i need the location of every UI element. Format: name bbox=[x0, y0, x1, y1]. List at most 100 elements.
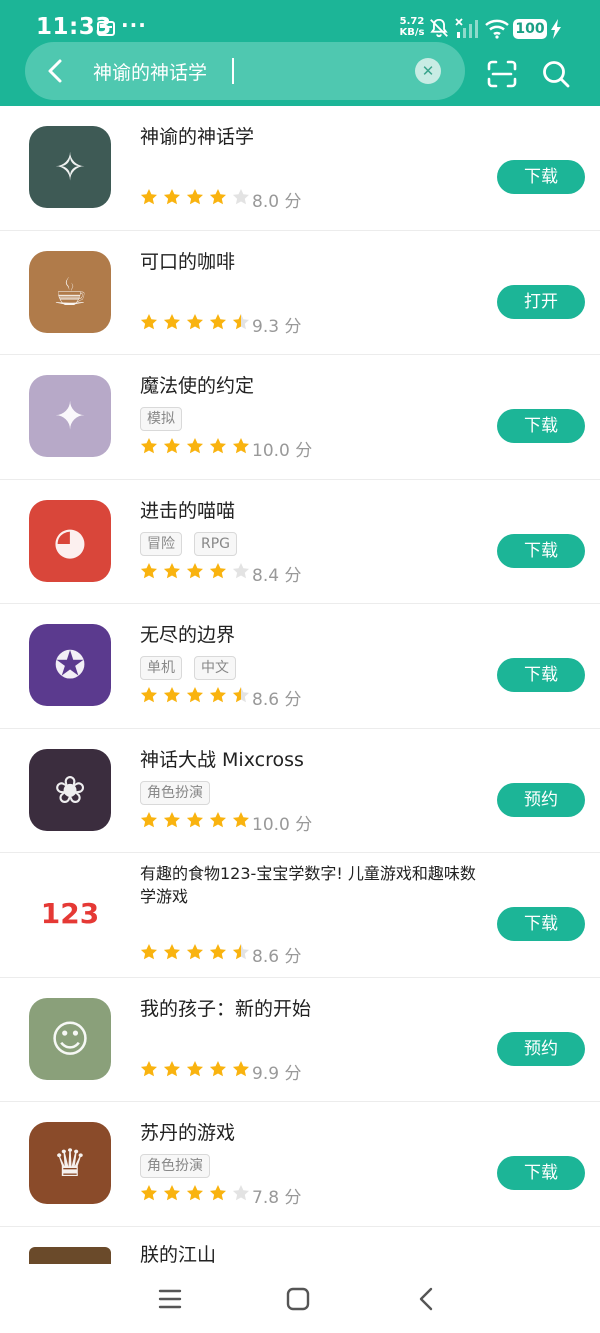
app-tags: 冒险 RPG bbox=[140, 531, 249, 556]
app-tag: 单机 bbox=[140, 656, 182, 680]
star-icon bbox=[186, 1060, 203, 1076]
star-icon bbox=[209, 1060, 226, 1076]
network-speed-unit: KB/s bbox=[399, 27, 425, 38]
app-icon[interactable]: ◕ bbox=[29, 499, 111, 582]
app-list-item[interactable]: ♛ 苏丹的游戏角色扮演 7.8 分 下载 bbox=[0, 1102, 600, 1227]
app-action-button[interactable]: 打开 bbox=[497, 284, 585, 319]
app-list-item[interactable]: ◕ 进击的喵喵冒险 RPG 8.4 分 下载 bbox=[0, 480, 600, 604]
star-icon bbox=[163, 1060, 180, 1076]
star-icon bbox=[163, 811, 180, 827]
app-icon[interactable]: ♛ bbox=[29, 1122, 111, 1204]
search-icon[interactable] bbox=[541, 59, 571, 89]
app-tags: 模拟 bbox=[140, 407, 194, 431]
app-tag: 中文 bbox=[194, 656, 236, 680]
status-bar: 11:33 ··· 5.72 KB/s 100 bbox=[0, 0, 600, 44]
home-icon[interactable] bbox=[286, 1287, 310, 1311]
star-icon bbox=[140, 1060, 157, 1076]
wifi-icon bbox=[485, 19, 509, 39]
star-icon bbox=[163, 438, 180, 454]
bell-muted-icon bbox=[430, 18, 448, 38]
app-score: 9.9 分 bbox=[252, 1063, 302, 1084]
scan-icon[interactable] bbox=[487, 60, 517, 88]
app-list-item[interactable]: ✧ 神谕的神话学 8.0 分 下载 bbox=[0, 106, 600, 231]
app-action-button[interactable]: 下载 bbox=[497, 409, 585, 443]
app-title[interactable]: 有趣的食物123-宝宝学数字! 儿童游戏和趣味数学游戏 bbox=[140, 862, 480, 908]
app-score: 8.0 分 bbox=[252, 192, 302, 212]
star-icon bbox=[209, 562, 226, 578]
star-icon bbox=[209, 944, 226, 960]
app-title[interactable]: 魔法使的约定 bbox=[140, 374, 480, 398]
star-icon bbox=[163, 189, 180, 205]
app-title[interactable]: 无尽的边界 bbox=[140, 623, 480, 647]
back-icon[interactable] bbox=[416, 1286, 436, 1312]
app-icon[interactable]: ✪ bbox=[29, 624, 111, 706]
star-icon bbox=[209, 189, 226, 205]
app-title[interactable]: 神谕的神话学 bbox=[140, 125, 480, 149]
app-score: 8.4 分 bbox=[252, 565, 302, 586]
star-icon bbox=[232, 562, 249, 578]
app-icon-art: 123 bbox=[40, 897, 100, 930]
app-tags: 角色扮演 bbox=[140, 1154, 222, 1178]
app-title[interactable]: 苏丹的游戏 bbox=[140, 1121, 480, 1145]
app-header: 11:33 ··· 5.72 KB/s 100 神谕的神话学 ✕ bbox=[0, 0, 600, 106]
star-icon bbox=[140, 562, 157, 578]
app-icon[interactable]: ☺ bbox=[29, 997, 111, 1080]
star-icon bbox=[186, 313, 203, 329]
app-action-button[interactable]: 预约 bbox=[497, 1031, 585, 1066]
app-list-item[interactable]: ❀ 神话大战 Mixcross 角色扮演 10.0 分 预约 bbox=[0, 729, 600, 853]
search-input[interactable] bbox=[93, 54, 403, 88]
app-action-button[interactable]: 下载 bbox=[497, 533, 585, 568]
star-icon bbox=[163, 313, 180, 329]
search-bar: ✕ bbox=[25, 42, 465, 100]
app-tags: 单机 中文 bbox=[140, 656, 248, 680]
star-icon bbox=[232, 438, 249, 454]
star-icon bbox=[232, 811, 249, 827]
star-icon bbox=[186, 1185, 203, 1201]
app-icon[interactable]: 123 bbox=[29, 873, 111, 955]
app-score: 8.6 分 bbox=[252, 947, 302, 967]
more-notifications-icon: ··· bbox=[121, 13, 147, 37]
app-action-button[interactable]: 下载 bbox=[497, 907, 585, 941]
star-icon bbox=[186, 687, 203, 703]
app-action-button[interactable]: 下载 bbox=[497, 658, 585, 692]
app-action-button[interactable]: 下载 bbox=[497, 160, 585, 194]
app-icon[interactable]: ❀ bbox=[29, 748, 111, 831]
star-icon bbox=[232, 1185, 249, 1201]
star-icon bbox=[163, 562, 180, 578]
app-action-button[interactable]: 预约 bbox=[497, 782, 585, 817]
app-score: 7.8 分 bbox=[252, 1188, 302, 1208]
app-title[interactable]: 朕的江山 bbox=[140, 1243, 480, 1267]
app-icon[interactable]: ✧ bbox=[29, 126, 111, 208]
star-icon bbox=[186, 438, 203, 454]
app-title[interactable]: 进击的喵喵 bbox=[140, 499, 480, 523]
app-score: 8.6 分 bbox=[252, 690, 302, 710]
star-icon bbox=[186, 811, 203, 827]
star-icon bbox=[232, 1060, 249, 1076]
app-icon-art: ✪ bbox=[54, 643, 86, 687]
app-tags: 角色扮演 bbox=[140, 780, 222, 805]
back-arrow-icon[interactable] bbox=[41, 56, 71, 86]
close-icon[interactable]: ✕ bbox=[415, 58, 441, 84]
app-action-button[interactable]: 下载 bbox=[497, 1156, 585, 1190]
app-list-item[interactable]: ✦ 魔法使的约定 模拟 10.0 分 下载 bbox=[0, 355, 600, 480]
app-title[interactable]: 可口的咖啡 bbox=[140, 250, 480, 274]
app-list-item[interactable]: ☕ 可口的咖啡 9.3 分 打开 bbox=[0, 231, 600, 355]
app-list-item[interactable]: ✪ 无尽的边界 单机 中文 8.6 分下载 bbox=[0, 604, 600, 729]
star-icon bbox=[140, 687, 157, 703]
app-icon-art: ❀ bbox=[54, 767, 86, 812]
signal-icon bbox=[455, 18, 478, 38]
app-icon-art: ✦ bbox=[54, 394, 86, 438]
app-tag: 角色扮演 bbox=[140, 1154, 210, 1178]
app-icon[interactable]: ☕ bbox=[29, 250, 111, 333]
menu-icon[interactable] bbox=[158, 1288, 182, 1310]
star-icon bbox=[140, 189, 157, 205]
network-speed-value: 5.72 bbox=[399, 16, 425, 27]
search-results-list: ✧ 神谕的神话学 8.0 分下载 ☕ 可口的咖啡 9.3 分打开 ✦ 魔法使的约定 模拟 10.0… bbox=[0, 106, 600, 1287]
app-tag: 模拟 bbox=[140, 407, 182, 431]
app-list-item[interactable]: ☺ 我的孩子：新的开始 9.9 分 预约 bbox=[0, 978, 600, 1102]
app-title[interactable]: 我的孩子：新的开始 bbox=[140, 997, 480, 1021]
star-icon bbox=[232, 313, 249, 329]
app-list-item[interactable]: 123 有趣的食物123-宝宝学数字! 儿童游戏和趣味数学游戏 8.6 分 下载 bbox=[0, 853, 600, 978]
app-icon[interactable]: ✦ bbox=[29, 375, 111, 457]
app-title[interactable]: 神话大战 Mixcross bbox=[140, 748, 480, 772]
